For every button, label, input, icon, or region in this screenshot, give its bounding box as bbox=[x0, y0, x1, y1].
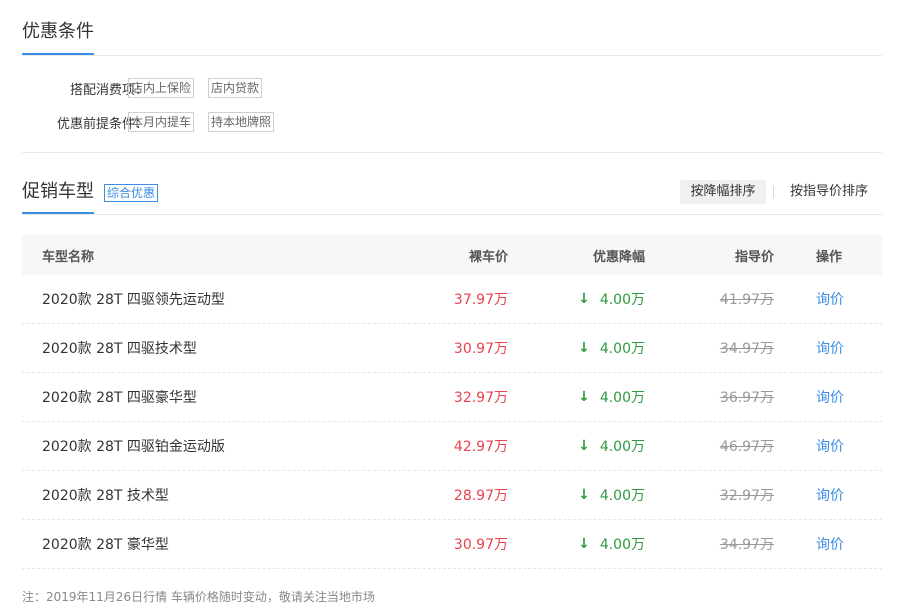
guide-price: 46.97万 bbox=[719, 439, 774, 455]
guide-price: 36.97万 bbox=[719, 390, 774, 406]
bare-price: 30.97万 bbox=[453, 537, 508, 553]
table-row: 2020款 28T 豪华型 30.97万 ↓ 4.00万 34.97万 询价 bbox=[22, 520, 882, 569]
sort-separator bbox=[773, 186, 774, 198]
table-row: 2020款 28T 四驱技术型 30.97万 ↓ 4.00万 34.97万 询价 bbox=[22, 324, 882, 373]
model-name: 2020款 28T 四驱豪华型 bbox=[42, 390, 197, 406]
sort-by-drop-button[interactable]: 按降幅排序 bbox=[680, 180, 766, 204]
page: 优惠条件 搭配消费项： 店内上保险 店内贷款 优惠前提条件： 本月内提车 持本地… bbox=[0, 0, 901, 616]
table-header: 车型名称 裸车价 优惠降幅 指导价 操作 bbox=[22, 235, 882, 275]
header-action: 操作 bbox=[816, 249, 843, 265]
inquire-link[interactable]: 询价 bbox=[816, 324, 844, 372]
conditions-title: 优惠条件 bbox=[22, 21, 94, 42]
promo-badge: 综合优惠 bbox=[104, 184, 159, 202]
inquire-link[interactable]: 询价 bbox=[816, 275, 844, 323]
discount-value: 4.00万 bbox=[599, 488, 645, 504]
bare-price: 42.97万 bbox=[453, 439, 508, 455]
inquire-link[interactable]: 询价 bbox=[816, 422, 844, 470]
header-discount: 优惠降幅 bbox=[592, 249, 645, 265]
model-name: 2020款 28T 豪华型 bbox=[42, 537, 169, 553]
inquire-link[interactable]: 询价 bbox=[816, 373, 844, 421]
conditions-bottom-divider bbox=[22, 152, 882, 153]
header-bare-price: 裸车价 bbox=[468, 249, 508, 265]
discount-value: 4.00万 bbox=[599, 390, 645, 406]
model-name: 2020款 28T 技术型 bbox=[42, 488, 169, 504]
guide-price: 34.97万 bbox=[719, 341, 774, 357]
condition-tag: 店内上保险 bbox=[128, 78, 195, 98]
table-row: 2020款 28T 四驱豪华型 32.97万 ↓ 4.00万 36.97万 询价 bbox=[22, 373, 882, 422]
conditions-divider bbox=[22, 55, 882, 56]
discount: ↓ 4.00万 bbox=[578, 471, 645, 519]
guide-price: 41.97万 bbox=[719, 292, 774, 308]
discount-value: 4.00万 bbox=[599, 439, 645, 455]
discount-value: 4.00万 bbox=[599, 292, 645, 308]
model-name: 2020款 28T 四驱领先运动型 bbox=[42, 292, 225, 308]
table-row: 2020款 28T 四驱领先运动型 37.97万 ↓ 4.00万 41.97万 询价 bbox=[22, 275, 882, 324]
discount-value: 4.00万 bbox=[599, 341, 645, 357]
arrow-down-icon: ↓ bbox=[578, 340, 590, 356]
promo-table: 车型名称 裸车价 优惠降幅 指导价 操作 2020款 28T 四驱领先运动型 37… bbox=[22, 235, 882, 569]
model-name: 2020款 28T 四驱铂金运动版 bbox=[42, 439, 225, 455]
condition-tag: 本月内提车 bbox=[128, 112, 195, 132]
promo-title: 促销车型 bbox=[22, 181, 94, 202]
condition-row-prerequisite: 优惠前提条件： 本月内提车 持本地牌照 bbox=[22, 112, 882, 132]
bare-price: 32.97万 bbox=[453, 390, 508, 406]
arrow-down-icon: ↓ bbox=[578, 389, 590, 405]
arrow-down-icon: ↓ bbox=[578, 487, 590, 503]
sort-by-guide-price-button[interactable]: 按指导价排序 bbox=[790, 180, 868, 204]
inquire-link[interactable]: 询价 bbox=[816, 471, 844, 519]
table-row: 2020款 28T 技术型 28.97万 ↓ 4.00万 32.97万 询价 bbox=[22, 471, 882, 520]
header-guide-price: 指导价 bbox=[734, 249, 774, 265]
arrow-down-icon: ↓ bbox=[578, 291, 590, 307]
guide-price: 34.97万 bbox=[719, 537, 774, 553]
header-model-name: 车型名称 bbox=[42, 249, 95, 265]
discount: ↓ 4.00万 bbox=[578, 373, 645, 421]
condition-tag: 持本地牌照 bbox=[208, 112, 275, 132]
bare-price: 37.97万 bbox=[453, 292, 508, 308]
discount: ↓ 4.00万 bbox=[578, 520, 645, 568]
inquire-link[interactable]: 询价 bbox=[816, 520, 844, 568]
discount-value: 4.00万 bbox=[599, 537, 645, 553]
condition-row-consumption: 搭配消费项： 店内上保险 店内贷款 bbox=[22, 78, 882, 98]
footnote: 注：2019年11月26日行情 车辆价格随时变动，敬请关注当地市场 bbox=[22, 590, 375, 604]
bare-price: 30.97万 bbox=[453, 341, 508, 357]
bare-price: 28.97万 bbox=[453, 488, 508, 504]
arrow-down-icon: ↓ bbox=[578, 438, 590, 454]
guide-price: 32.97万 bbox=[719, 488, 774, 504]
promo-divider bbox=[22, 214, 882, 215]
discount: ↓ 4.00万 bbox=[578, 324, 645, 372]
discount: ↓ 4.00万 bbox=[578, 275, 645, 323]
model-name: 2020款 28T 四驱技术型 bbox=[42, 341, 197, 357]
table-row: 2020款 28T 四驱铂金运动版 42.97万 ↓ 4.00万 46.97万 询价 bbox=[22, 422, 882, 471]
discount: ↓ 4.00万 bbox=[578, 422, 645, 470]
condition-tag: 店内贷款 bbox=[208, 78, 263, 98]
arrow-down-icon: ↓ bbox=[578, 536, 590, 552]
